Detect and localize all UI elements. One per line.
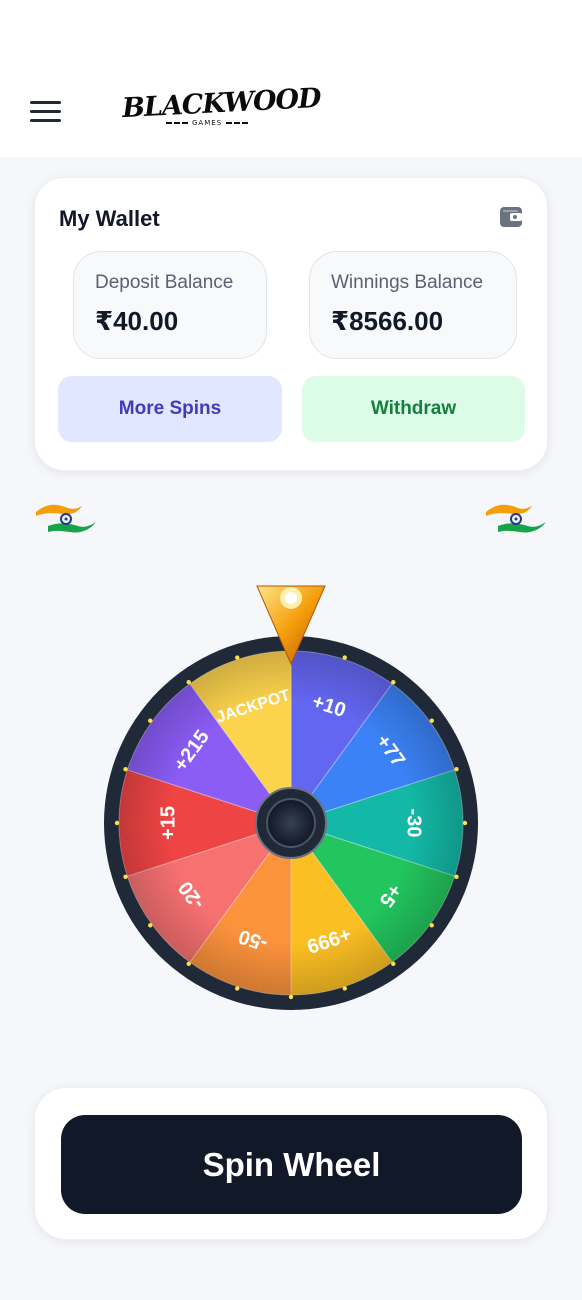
app-header: BLACKWOOD GAMES — [0, 0, 582, 157]
wheel-rim-light — [429, 718, 434, 723]
logo-title: BLACKWOOD — [121, 82, 322, 125]
wheel-hub-inner — [266, 798, 316, 848]
deposit-balance-box: Deposit Balance ₹40.00 — [73, 251, 267, 359]
winnings-balance-box: Winnings Balance ₹8566.00 — [309, 251, 517, 359]
wheel-rim-light — [391, 961, 396, 966]
wheel-rim-light — [235, 655, 240, 660]
wheel-rim-light — [454, 767, 459, 772]
wheel-rim-light — [342, 655, 347, 660]
wallet-title: My Wallet — [59, 206, 160, 231]
wheel-rim-light — [148, 923, 153, 928]
brand-logo[interactable]: BLACKWOOD GAMES — [120, 83, 321, 134]
wheel-rim-light — [123, 874, 128, 879]
wheel-rim-light — [235, 986, 240, 991]
wheel-rim-light — [186, 680, 191, 685]
wheel-segment-label: +15 — [157, 806, 179, 840]
deposit-balance-label: Deposit Balance — [95, 272, 234, 293]
deposit-balance-value: ₹40.00 — [95, 306, 179, 336]
wheel-rim-light — [114, 820, 120, 826]
wheel-rim-light — [186, 961, 191, 966]
wheel-rim-light — [429, 923, 434, 928]
wheel-rim-light — [462, 820, 468, 826]
wheel-segment-label: -30 — [403, 809, 425, 838]
prize-wheel[interactable]: +10+77-30+5+999-50-20+15+215JACKPOT — [103, 582, 479, 1010]
withdraw-button[interactable]: Withdraw — [302, 376, 525, 442]
wheel-rim-light — [391, 680, 396, 685]
hamburger-menu-icon[interactable] — [30, 99, 62, 123]
wheel-rim-light — [123, 767, 128, 772]
winnings-balance-label: Winnings Balance — [331, 272, 484, 293]
wheel-rim-light — [342, 986, 347, 991]
wheel-rim-light — [288, 994, 294, 1000]
winnings-balance-value: ₹8566.00 — [331, 306, 444, 336]
india-flag-icon — [486, 504, 546, 533]
wheel-rim-light — [148, 718, 153, 723]
wallet-card: My Wallet Deposit Balance ₹40.00 Winning… — [34, 177, 548, 471]
spin-card: Spin Wheel — [34, 1087, 548, 1240]
logo-subtitle: GAMES — [162, 119, 252, 127]
more-spins-button[interactable]: More Spins — [58, 376, 282, 442]
wallet-icon[interactable] — [499, 206, 523, 228]
spin-wheel-button[interactable]: Spin Wheel — [61, 1115, 522, 1214]
wheel-rim-light — [454, 874, 459, 879]
india-flag-icon — [36, 504, 96, 533]
